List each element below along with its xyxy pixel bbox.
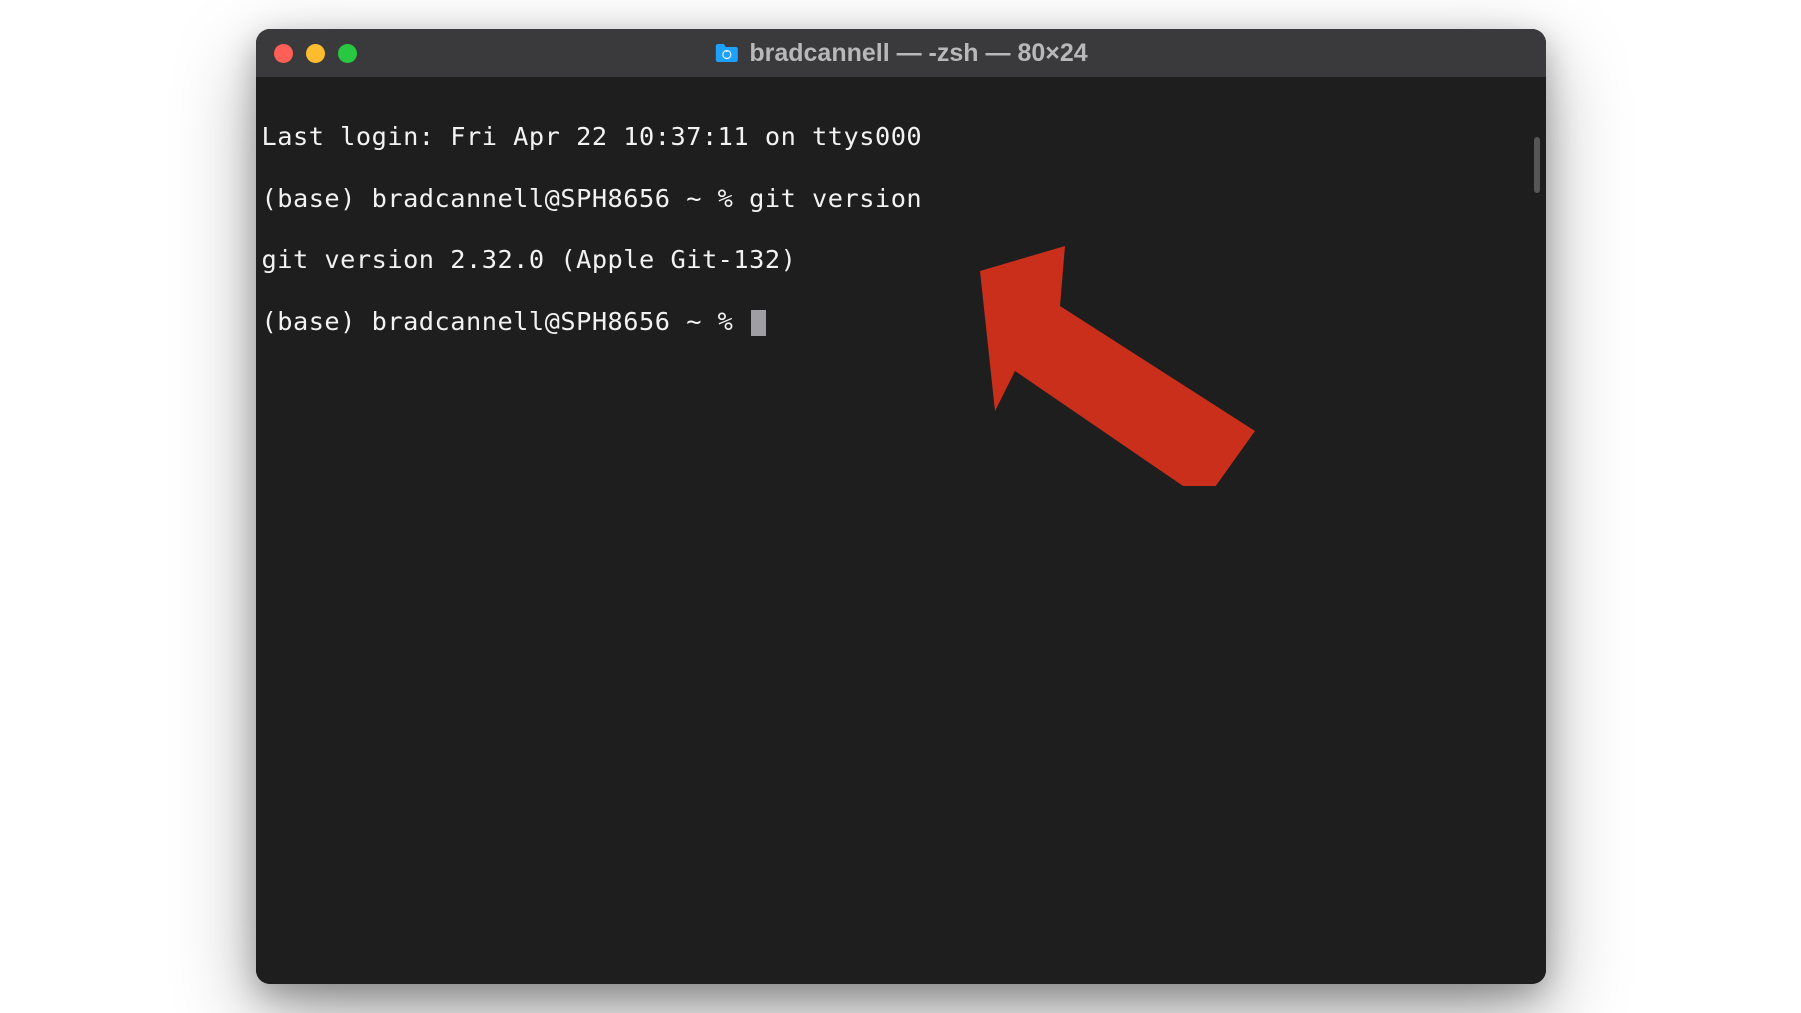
traffic-lights	[274, 44, 357, 63]
terminal-prompt: (base) bradcannell@SPH8656 ~ %	[262, 307, 750, 336]
window-title: bradcannell — -zsh — 80×24	[749, 39, 1087, 68]
folder-icon	[713, 42, 739, 64]
terminal-window: bradcannell — -zsh — 80×24 Last login: F…	[256, 29, 1546, 984]
terminal-prompt-line: (base) bradcannell@SPH8656 ~ %	[262, 307, 1540, 338]
close-button[interactable]	[274, 44, 293, 63]
scrollbar-thumb[interactable]	[1534, 137, 1540, 193]
terminal-body[interactable]: Last login: Fri Apr 22 10:37:11 on ttys0…	[256, 77, 1546, 984]
cursor	[751, 310, 766, 336]
terminal-line: (base) bradcannell@SPH8656 ~ % git versi…	[262, 184, 1540, 215]
minimize-button[interactable]	[306, 44, 325, 63]
window-title-container: bradcannell — -zsh — 80×24	[713, 39, 1087, 68]
terminal-line: git version 2.32.0 (Apple Git-132)	[262, 245, 1540, 276]
terminal-line: Last login: Fri Apr 22 10:37:11 on ttys0…	[262, 122, 1540, 153]
zoom-button[interactable]	[338, 44, 357, 63]
titlebar[interactable]: bradcannell — -zsh — 80×24	[256, 29, 1546, 77]
